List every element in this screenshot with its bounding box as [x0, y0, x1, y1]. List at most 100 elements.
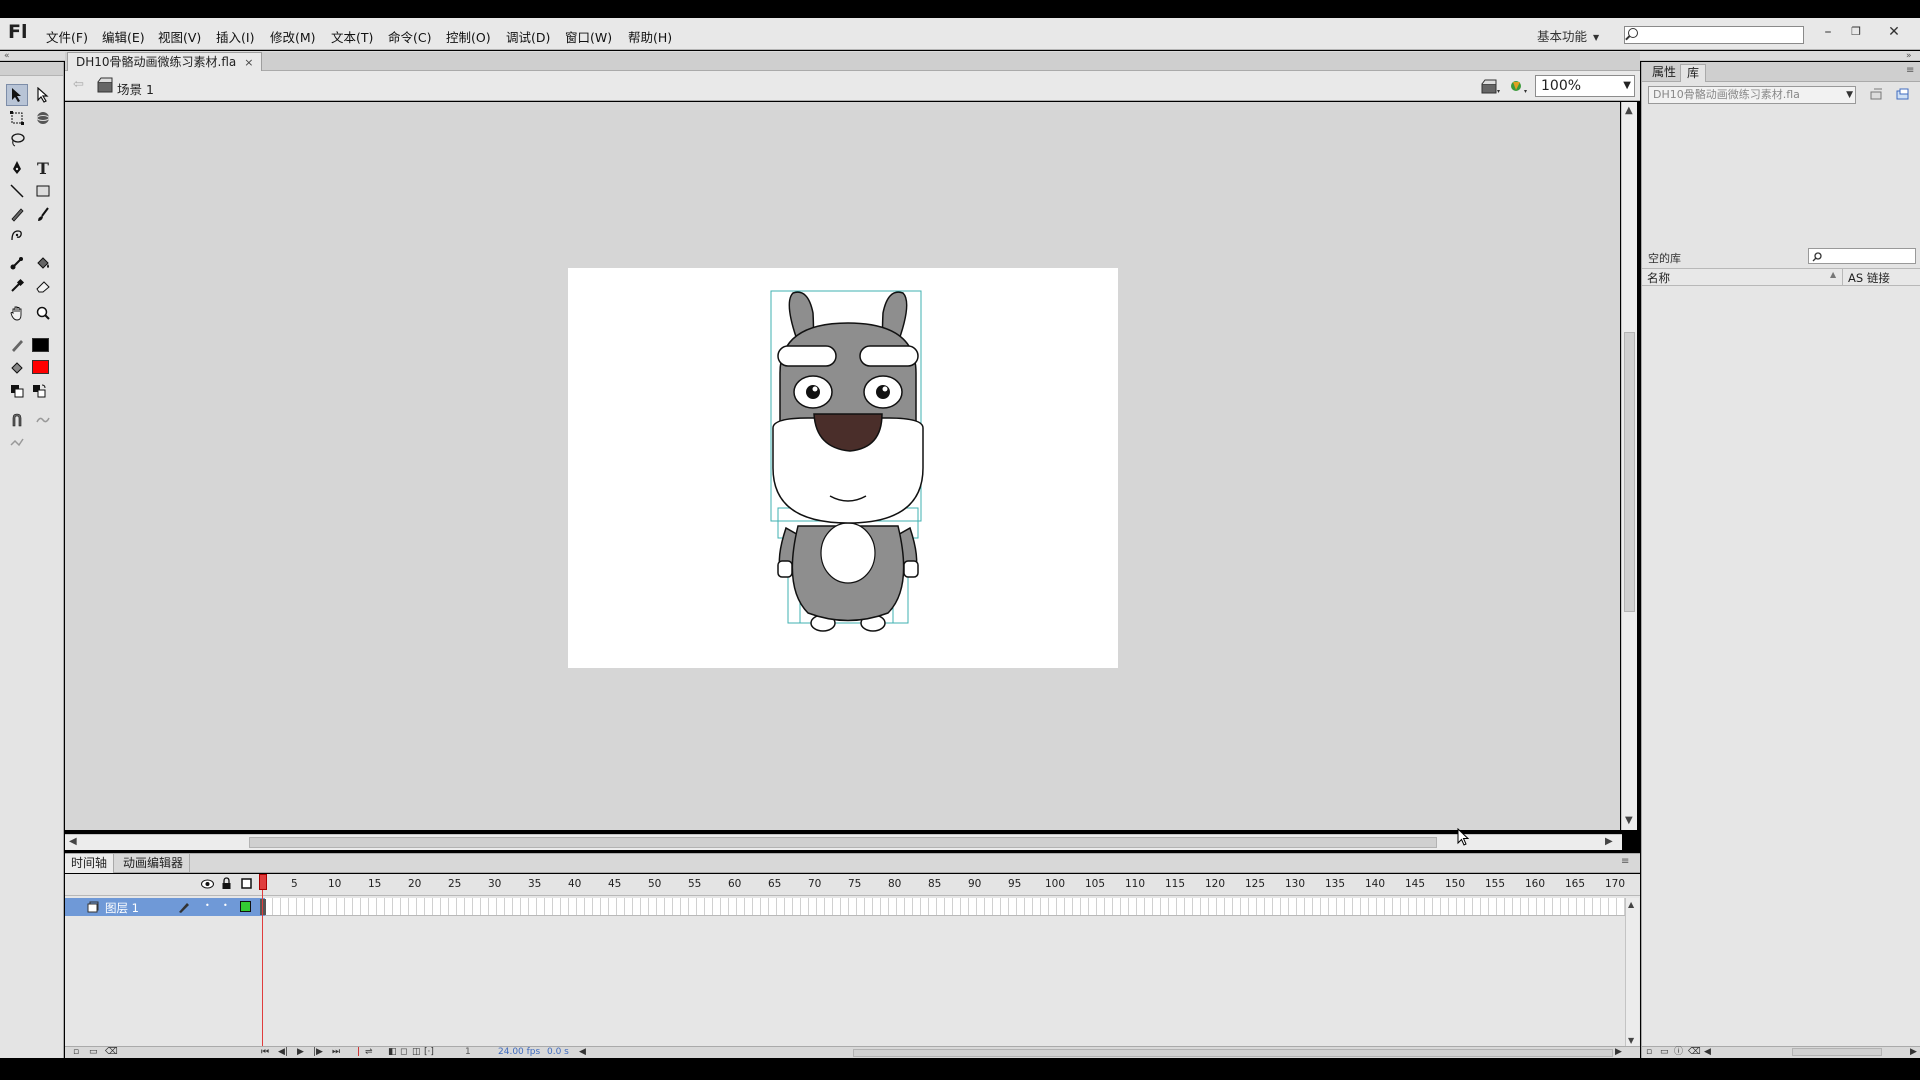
step-back-icon[interactable]: ◀|: [278, 1047, 288, 1058]
pin-library-icon[interactable]: [1870, 88, 1884, 103]
deco-tool-icon[interactable]: [6, 224, 28, 246]
menu-view[interactable]: 视图(V): [158, 27, 201, 46]
paint-bucket-tool-icon[interactable]: [32, 252, 54, 274]
workspace-switcher[interactable]: 基本功能 ▼: [1537, 26, 1599, 45]
subselection-tool-icon[interactable]: [32, 84, 54, 106]
scroll-right-icon[interactable]: ▶: [1910, 1047, 1917, 1058]
zoom-tool-icon[interactable]: [32, 302, 54, 324]
line-tool-icon[interactable]: [6, 180, 28, 202]
keyframe-1[interactable]: [260, 899, 266, 915]
onion-skin-icon[interactable]: ◧: [388, 1047, 397, 1058]
menu-control[interactable]: 控制(O): [446, 27, 491, 46]
straighten-icon[interactable]: [6, 432, 28, 454]
rectangle-tool-icon[interactable]: [32, 180, 54, 202]
dog-character-illustration[interactable]: [568, 268, 1118, 668]
help-search-input[interactable]: [1624, 26, 1804, 44]
selection-tool-icon[interactable]: [6, 84, 28, 106]
free-transform-tool-icon[interactable]: [6, 107, 28, 129]
play-icon[interactable]: ▶: [297, 1047, 304, 1058]
properties-icon[interactable]: ⓘ: [1674, 1047, 1683, 1058]
vertical-scroll-thumb[interactable]: [1624, 332, 1635, 612]
column-linkage-header[interactable]: AS 链接: [1848, 270, 1890, 286]
outline-color-swatch[interactable]: [240, 901, 251, 912]
library-item-list[interactable]: [1642, 286, 1920, 1046]
horizontal-scroll-thumb[interactable]: [249, 837, 1437, 848]
layer-row[interactable]: 图层 1 • •: [65, 898, 265, 916]
stage[interactable]: [568, 268, 1118, 668]
3d-rotation-tool-icon[interactable]: [32, 107, 54, 129]
new-library-panel-icon[interactable]: [1896, 88, 1910, 103]
panel-menu-icon[interactable]: ≡: [1621, 856, 1629, 867]
show-hide-layers-icon[interactable]: [201, 878, 214, 893]
scroll-left-icon[interactable]: ◀: [579, 1047, 586, 1058]
new-folder-icon[interactable]: ▭: [1660, 1047, 1669, 1058]
document-tab[interactable]: DH10骨骼动画微练习素材.fla ×: [67, 52, 263, 71]
layer-name[interactable]: 图层 1: [105, 900, 139, 916]
loop-icon[interactable]: ⇌: [365, 1047, 373, 1058]
step-forward-icon[interactable]: |▶: [313, 1047, 323, 1058]
scroll-up-icon[interactable]: ▲: [1625, 104, 1633, 118]
eyedropper-tool-icon[interactable]: [6, 275, 28, 297]
lock-dot[interactable]: •: [223, 901, 228, 910]
brush-tool-icon[interactable]: [32, 203, 54, 225]
menu-edit[interactable]: 编辑(E): [102, 27, 145, 46]
playhead[interactable]: [259, 874, 267, 890]
fps-readout[interactable]: 24.00 fps: [498, 1047, 540, 1058]
modify-onion-markers-icon[interactable]: [·]: [424, 1047, 434, 1058]
menu-modify[interactable]: 修改(M): [270, 27, 316, 46]
close-tab-icon[interactable]: ×: [244, 56, 253, 69]
library-scroll-thumb[interactable]: [1792, 1048, 1882, 1056]
panel-menu-icon[interactable]: ≡: [1906, 65, 1914, 76]
new-layer-icon[interactable]: ▫: [73, 1047, 79, 1058]
new-folder-icon[interactable]: ▭: [89, 1047, 98, 1058]
edit-scene-icon[interactable]: [1481, 77, 1501, 98]
collapse-left-icon[interactable]: «: [4, 51, 10, 61]
scroll-right-icon[interactable]: ▶: [1615, 1047, 1622, 1058]
text-tool-icon[interactable]: T: [32, 157, 54, 179]
go-to-last-frame-icon[interactable]: ⏭: [332, 1047, 340, 1058]
tab-timeline[interactable]: 时间轴: [65, 854, 115, 873]
scroll-right-icon[interactable]: ▶: [1605, 835, 1613, 849]
lasso-tool-icon[interactable]: [6, 129, 28, 151]
onion-skin-outlines-icon[interactable]: ◻: [400, 1047, 407, 1058]
scroll-left-icon[interactable]: ◀: [1704, 1047, 1711, 1058]
tab-motion-editor[interactable]: 动画编辑器: [117, 854, 191, 873]
bone-tool-icon[interactable]: [6, 252, 28, 274]
lock-layers-icon[interactable]: [221, 877, 232, 893]
black-white-icon[interactable]: [6, 380, 28, 402]
menu-file[interactable]: 文件(F): [46, 27, 88, 46]
column-name-header[interactable]: 名称: [1647, 270, 1670, 286]
eraser-tool-icon[interactable]: [32, 275, 54, 297]
scroll-left-icon[interactable]: ◀: [69, 835, 77, 849]
hand-tool-icon[interactable]: [6, 302, 28, 324]
library-search-input[interactable]: [1808, 248, 1916, 264]
pen-tool-icon[interactable]: [6, 157, 28, 179]
scroll-down-icon[interactable]: ▼: [1625, 814, 1633, 828]
tab-library[interactable]: 库: [1680, 64, 1707, 82]
stage-horizontal-scrollbar[interactable]: ◀ ▶: [65, 834, 1622, 850]
menu-insert[interactable]: 插入(I): [216, 27, 254, 46]
tab-properties[interactable]: 属性: [1646, 64, 1682, 82]
pencil-tool-icon[interactable]: [6, 203, 28, 225]
sort-ascending-icon[interactable]: ▲: [1830, 270, 1836, 279]
visibility-dot[interactable]: •: [205, 901, 210, 910]
minimize-button[interactable]: –: [1814, 22, 1842, 42]
edit-multiple-frames-icon[interactable]: ◫: [412, 1047, 421, 1058]
outline-layers-icon[interactable]: [241, 878, 252, 892]
frame-cells[interactable]: [265, 898, 1630, 916]
edit-symbols-icon[interactable]: [1508, 77, 1528, 98]
snap-to-objects-icon[interactable]: [6, 409, 28, 431]
scroll-up-icon[interactable]: ▲: [1628, 898, 1634, 912]
timeline-vertical-scrollbar[interactable]: ▲ ▼: [1625, 898, 1639, 1048]
restore-button[interactable]: ❐: [1842, 22, 1870, 42]
stage-vertical-scrollbar[interactable]: ▲ ▼: [1621, 102, 1637, 830]
delete-icon[interactable]: ⌫: [1688, 1047, 1701, 1058]
timeline-horizontal-scroll-thumb[interactable]: [853, 1049, 1613, 1057]
smooth-icon[interactable]: [32, 409, 54, 431]
menu-window[interactable]: 窗口(W): [565, 27, 612, 46]
go-to-first-frame-icon[interactable]: ⏮: [261, 1047, 269, 1058]
menu-commands[interactable]: 命令(C): [388, 27, 431, 46]
fill-color-swatch[interactable]: [32, 360, 49, 374]
close-button[interactable]: ✕: [1880, 22, 1908, 42]
stroke-color-swatch[interactable]: [32, 338, 49, 352]
